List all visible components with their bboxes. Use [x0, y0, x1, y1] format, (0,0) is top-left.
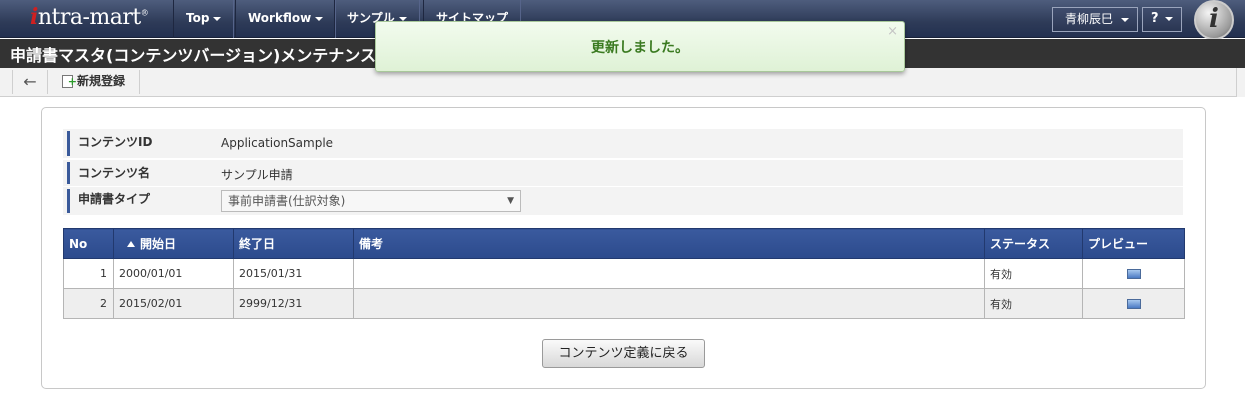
chevron-down-icon [1164, 16, 1173, 21]
application-type-label: 申請書タイプ [67, 189, 213, 213]
back-to-content-definition-button[interactable]: コンテンツ定義に戻る [542, 339, 705, 368]
intra-mart-logo[interactable]: intra-mart® [30, 4, 149, 34]
form-row-content-name: コンテンツ名 サンプル申請 [63, 160, 1183, 186]
form-row-application-type: 申請書タイプ 事前申請書(仕訳対象) ▼ [63, 187, 1183, 215]
chevron-down-icon [1121, 17, 1130, 22]
cell-status: 有効 [984, 288, 1083, 319]
preview-image-icon[interactable] [1126, 269, 1141, 279]
content-name-label: コンテンツ名 [67, 162, 213, 184]
page-title: 申請書マスタ(コンテンツバージョン)メンテナンス [10, 46, 376, 65]
sort-ascending-icon [127, 241, 135, 247]
chevron-down-icon [398, 16, 407, 21]
cell-no: 2 [63, 288, 114, 319]
arrow-left-icon: ← [23, 72, 37, 91]
back-button[interactable]: ← [12, 70, 48, 94]
content-panel: コンテンツID ApplicationSample コンテンツ名 サンプル申請 … [41, 107, 1206, 389]
column-header-no[interactable]: No [63, 228, 114, 259]
cell-preview [1082, 258, 1185, 289]
cell-start-date: 2015/02/01 [113, 288, 234, 319]
cell-note [353, 258, 985, 289]
table-header-row: No 開始日 終了日 備考 ステータス プレビュー [63, 228, 1185, 259]
application-type-select[interactable]: 事前申請書(仕訳対象) ▼ [221, 190, 521, 212]
close-icon[interactable]: × [887, 24, 898, 39]
preview-image-icon[interactable] [1126, 299, 1141, 309]
column-header-end-date[interactable]: 終了日 [233, 228, 354, 259]
content-id-label: コンテンツID [67, 131, 213, 156]
new-document-icon [62, 70, 77, 93]
user-menu-button[interactable]: 青柳辰巳 [1052, 7, 1138, 32]
table-row[interactable]: 2 2015/02/01 2999/12/31 有効 [63, 288, 1185, 319]
cell-status: 有効 [984, 258, 1083, 289]
cell-end-date: 2015/01/31 [233, 258, 354, 289]
cell-note [353, 288, 985, 319]
cell-no: 1 [63, 258, 114, 289]
chevron-down-icon [213, 16, 222, 21]
cell-preview [1082, 288, 1185, 319]
chevron-down-icon [315, 16, 324, 21]
new-register-button[interactable]: 新規登録 [48, 70, 140, 94]
column-header-start-date[interactable]: 開始日 [113, 228, 234, 259]
cell-end-date: 2999/12/31 [233, 288, 354, 319]
toast-message: 更新しました。 [591, 40, 689, 56]
toolbar-right-edge [1236, 68, 1245, 97]
form-row-content-id: コンテンツID ApplicationSample [63, 129, 1183, 158]
cell-start-date: 2000/01/01 [113, 258, 234, 289]
dropdown-arrow-icon: ▼ [507, 196, 514, 206]
column-header-preview: プレビュー [1082, 228, 1185, 259]
nav-workflow[interactable]: Workflow [235, 0, 337, 38]
column-header-status[interactable]: ステータス [984, 228, 1083, 259]
toolbar: ← 新規登録 [0, 68, 1245, 97]
content-id-value: ApplicationSample [221, 136, 334, 150]
table-row[interactable]: 1 2000/01/01 2015/01/31 有効 [63, 258, 1185, 289]
column-header-note[interactable]: 備考 [353, 228, 985, 259]
intra-mart-brand-icon[interactable]: i [1194, 0, 1234, 40]
success-toast: 更新しました。 × [375, 21, 905, 72]
help-menu-button[interactable]: ? [1142, 7, 1182, 32]
version-table: No 開始日 終了日 備考 ステータス プレビュー 1 2000/01/01 2… [63, 228, 1185, 319]
nav-top[interactable]: Top [173, 0, 235, 38]
content-name-value: サンプル申請 [221, 168, 293, 182]
